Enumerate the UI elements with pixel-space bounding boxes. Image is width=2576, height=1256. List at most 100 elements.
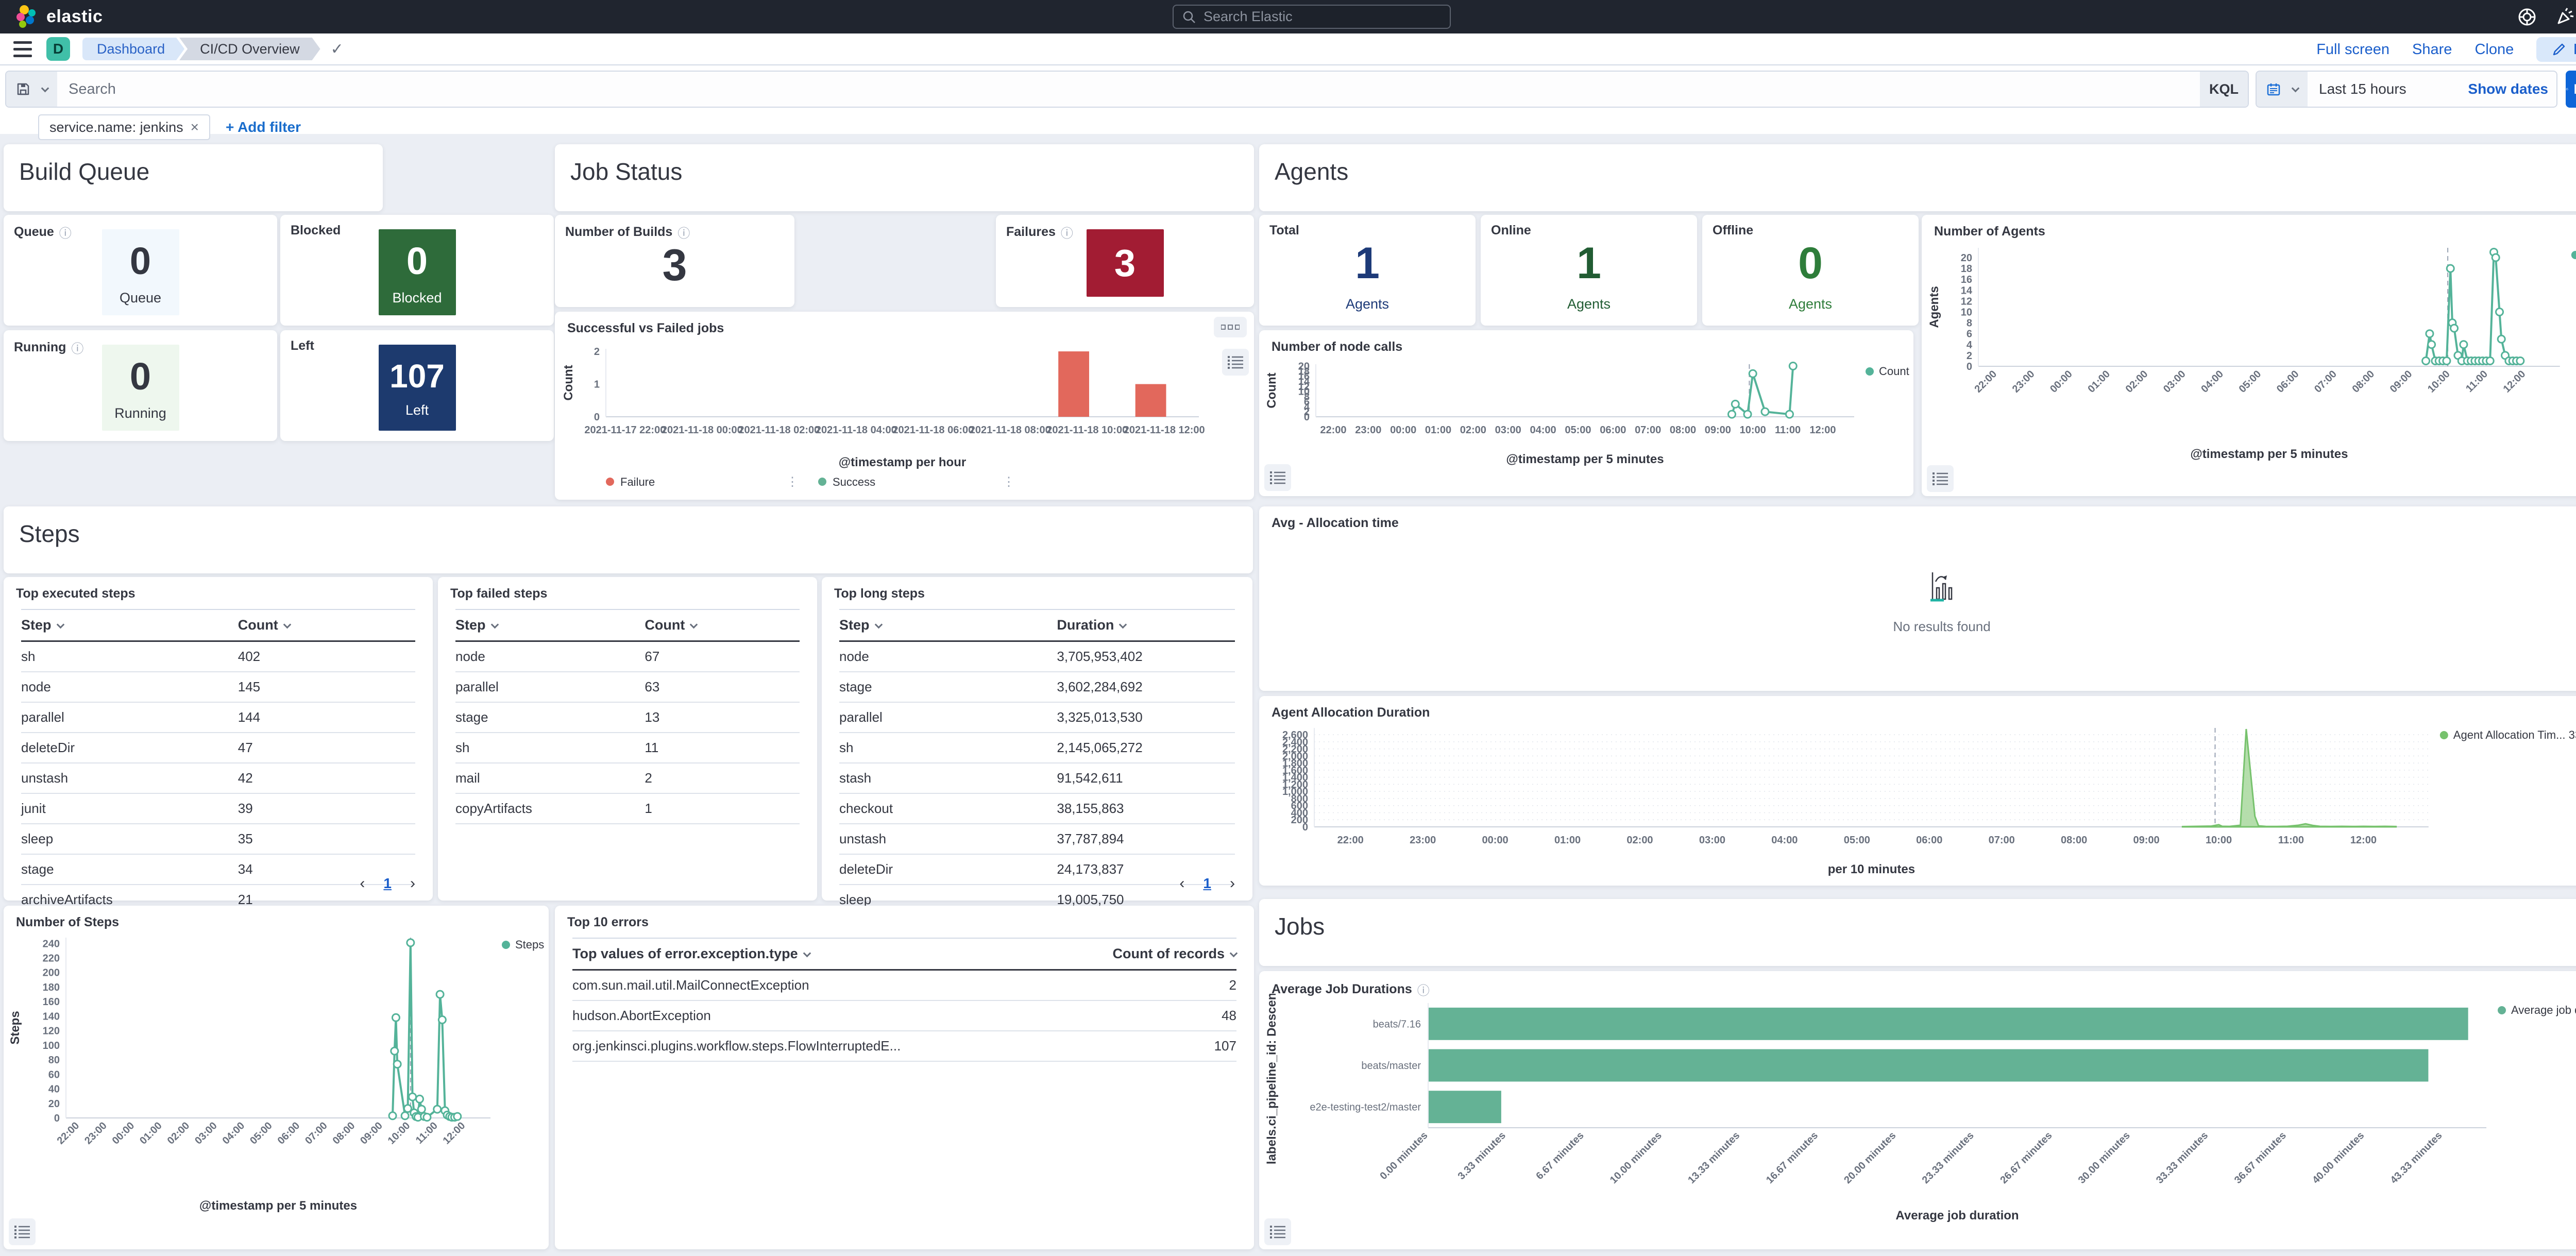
table-row[interactable]: parallel144 (21, 703, 415, 733)
successful-vs-failed-jobs-chart[interactable]: 0122021-11-17 22:002021-11-18 00:002021-… (560, 340, 1214, 494)
left-metric-panel[interactable]: Left107Left (280, 330, 554, 441)
legend-toggle-icon[interactable] (1264, 464, 1291, 491)
column-header[interactable]: Step (455, 617, 645, 633)
table-row[interactable]: stash91,542,611 (839, 763, 1235, 794)
legend-toggle-icon[interactable] (9, 1218, 36, 1245)
news-party-icon[interactable] (2553, 6, 2576, 28)
table-row[interactable]: node145 (21, 672, 415, 703)
column-header[interactable]: Step (21, 617, 238, 633)
column-header[interactable]: Count of records (1050, 946, 1236, 962)
agent-allocation-duration-chart[interactable]: 02004006008001,0001,2001,4001,6001,8002,… (1263, 719, 2576, 880)
kql-badge[interactable]: KQL (2200, 72, 2248, 107)
table-row[interactable]: hudson.AbortException48 (572, 1001, 1236, 1031)
page-number[interactable]: 1 (1203, 875, 1211, 892)
elastic-logo[interactable]: elastic (14, 5, 103, 29)
menu-hamburger-icon[interactable] (13, 41, 32, 57)
brand-name: elastic (46, 7, 103, 27)
share-button[interactable]: Share (2412, 41, 2452, 58)
total-agents-metric-panel[interactable]: Total1Agents (1259, 215, 1476, 326)
table-row[interactable]: sleep35 (21, 824, 415, 855)
panel-title: Number of node calls (1272, 340, 1402, 354)
table-row[interactable]: stage13 (455, 703, 800, 733)
number-of-builds-metric-panel[interactable]: Number of Buildsⓘ3 (555, 215, 794, 307)
column-header[interactable]: Step (839, 617, 1057, 633)
table-row[interactable]: org.jenkinsci.plugins.workflow.steps.Flo… (572, 1031, 1236, 1062)
column-header[interactable]: Count (645, 617, 800, 633)
date-picker[interactable]: Last 15 hours Show dates (2256, 71, 2557, 108)
space-badge[interactable]: D (46, 37, 70, 61)
number-of-node-calls-chart[interactable]: 0246810121416182022:0023:0000:0001:0002:… (1263, 355, 1909, 470)
table-row[interactable]: unstash42 (21, 763, 415, 794)
show-dates-button[interactable]: Show dates (2468, 81, 2548, 97)
table-row[interactable]: stage3,602,284,692 (839, 672, 1235, 703)
saved-query-menu[interactable] (6, 72, 57, 107)
metric-value: 1 (1577, 238, 1601, 289)
table-cell: copyArtifacts (455, 801, 645, 817)
add-filter-button[interactable]: + Add filter (226, 119, 301, 135)
table-row[interactable]: sh402 (21, 642, 415, 672)
table-row[interactable]: sh2,145,065,272 (839, 733, 1235, 763)
kql-search-input[interactable]: Search (57, 72, 2200, 107)
svg-text:2: 2 (594, 346, 600, 358)
table-row[interactable]: parallel63 (455, 672, 800, 703)
table-row[interactable]: node67 (455, 642, 800, 672)
table-row[interactable]: sh11 (455, 733, 800, 763)
column-header[interactable]: Count (238, 617, 415, 633)
svg-text:12: 12 (1961, 296, 1972, 307)
table-row[interactable]: checkout38,155,863 (839, 794, 1235, 824)
legend-toggle-icon[interactable] (1222, 349, 1249, 376)
filter-pill-service-name[interactable]: service.name: jenkins × (38, 114, 210, 140)
table-row[interactable]: deleteDir47 (21, 733, 415, 763)
table-row[interactable]: parallel3,325,013,530 (839, 703, 1235, 733)
blocked-metric-panel[interactable]: Blocked0Blocked (280, 215, 554, 326)
offline-agents-metric-panel[interactable]: Offline0Agents (1702, 215, 1919, 326)
svg-text:e2e-testing-test2/master: e2e-testing-test2/master (1310, 1102, 1421, 1113)
online-agents-metric-panel[interactable]: Online1Agents (1481, 215, 1697, 326)
svg-text:23.33 minutes: 23.33 minutes (1920, 1130, 1976, 1186)
number-of-agents-chart[interactable]: 0246810121416182022:0023:0000:0001:0002:… (1926, 239, 2576, 465)
table-cell: sleep (21, 831, 238, 847)
table-cell: 38,155,863 (1057, 801, 1235, 817)
column-header[interactable]: Duration (1057, 617, 1235, 633)
running-metric-panel[interactable]: Runningⓘ0Running (4, 330, 277, 441)
clone-button[interactable]: Clone (2475, 41, 2514, 58)
queue-metric-panel[interactable]: Queueⓘ0Queue (4, 215, 277, 326)
table-cell: 2,145,065,272 (1057, 740, 1235, 756)
failures-metric-panel[interactable]: Failuresⓘ3 (996, 215, 1254, 307)
remove-filter-icon[interactable]: × (191, 119, 199, 135)
edit-button[interactable]: Edit (2536, 37, 2576, 62)
svg-text:160: 160 (43, 996, 60, 1008)
page-number[interactable]: 1 (383, 875, 392, 892)
top-10-errors-panel: Top 10 errors Top values of error.except… (555, 906, 1254, 1249)
help-icon[interactable] (2516, 6, 2538, 28)
table-row[interactable]: stage34 (21, 855, 415, 885)
prev-page-icon[interactable]: ‹ (1179, 875, 1184, 892)
table-row[interactable]: copyArtifacts1 (455, 794, 800, 824)
table-row[interactable]: deleteDir24,173,837 (839, 855, 1235, 885)
table-row[interactable]: mail2 (455, 763, 800, 794)
table-row[interactable]: node3,705,953,402 (839, 642, 1235, 672)
table-cell: 63 (645, 679, 800, 695)
data-table: StepDuration node3,705,953,402stage3,602,… (839, 609, 1235, 946)
average-job-durations-chart[interactable]: beats/7.16beats/mastere2e-testing-test2/… (1263, 994, 2576, 1227)
next-page-icon[interactable]: › (410, 875, 415, 892)
table-row[interactable]: unstash37,787,894 (839, 824, 1235, 855)
table-row[interactable]: com.sun.mail.util.MailConnectException2 (572, 971, 1236, 1001)
full-screen-button[interactable]: Full screen (2316, 41, 2389, 58)
global-search-input[interactable]: Search Elastic (1173, 5, 1451, 29)
svg-text:20: 20 (1298, 361, 1310, 372)
legend-toggle-icon[interactable] (1927, 465, 1954, 492)
time-range-value[interactable]: Last 15 hours (2319, 81, 2406, 97)
prev-page-icon[interactable]: ‹ (360, 875, 365, 892)
number-of-steps-chart[interactable]: 02040608010012014016018020022024022:0023… (7, 928, 546, 1217)
calendar-menu[interactable] (2257, 72, 2308, 107)
svg-text:36.67 minutes: 36.67 minutes (2232, 1130, 2289, 1186)
svg-text:05:00: 05:00 (2237, 368, 2264, 395)
legend-toggle-icon[interactable] (1264, 1218, 1291, 1245)
refresh-button[interactable]: Refresh (2566, 71, 2576, 108)
column-header[interactable]: Top values of error.exception.type (572, 946, 1050, 962)
next-page-icon[interactable]: › (1230, 875, 1235, 892)
panel-options-icon[interactable] (1214, 317, 1247, 337)
breadcrumb-dashboard[interactable]: Dashboard (82, 38, 184, 60)
table-row[interactable]: junit39 (21, 794, 415, 824)
